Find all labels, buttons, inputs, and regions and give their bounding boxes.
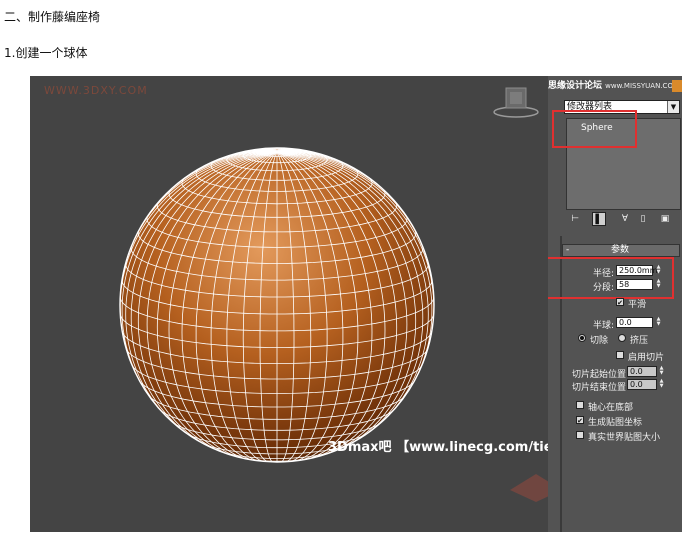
slice-to-spinner[interactable]: ▲ ▼ [658, 379, 665, 390]
segments-label: 分段: [593, 283, 615, 293]
stack-toolbar: ⊢ ▌ ∀ ▯ ▣ [566, 212, 678, 228]
highlight-box-stack [552, 110, 637, 148]
viewcube-icon[interactable] [493, 87, 539, 118]
radius-label: 半径: [593, 269, 615, 279]
real-world-checkbox[interactable] [576, 431, 584, 439]
rollout-title: 参数 [611, 245, 630, 255]
show-end-result-icon[interactable]: ▌ [592, 212, 606, 226]
slice-to-label: 切片结束位置: [572, 383, 630, 393]
radius-spinner[interactable]: ▲ ▼ [655, 265, 662, 276]
base-to-pivot-label: 轴心在底部 [588, 403, 634, 413]
color-swatch[interactable] [672, 80, 682, 92]
base-to-pivot-checkbox[interactable] [576, 401, 584, 409]
rollout-parameters[interactable]: - 参数 [562, 244, 680, 257]
gen-mapping-label: 生成贴图坐标 [588, 418, 643, 428]
command-panel: 思缘设计论坛 www.MISSYUAN.COM 修改器列表 ▼ Sphere ⊢… [548, 76, 682, 532]
watermark-tr-name: 思缘设计论坛 [548, 81, 603, 91]
squash-label: 挤压 [630, 336, 649, 346]
segments-field[interactable]: 58 [616, 279, 653, 290]
pin-stack-icon[interactable]: ⊢ [568, 212, 582, 226]
hemisphere-spinner[interactable]: ▲ ▼ [655, 317, 662, 328]
smooth-checkbox[interactable]: ✔ [616, 298, 624, 307]
watermark-top-right: 思缘设计论坛 www.MISSYUAN.COM [548, 78, 679, 91]
real-world-label: 真实世界贴图大小 [588, 433, 661, 443]
slice-from-spinner[interactable]: ▲ ▼ [658, 366, 665, 377]
slice-from-label: 切片起始位置: [572, 370, 630, 380]
viewport[interactable]: WWW.3DXY.COM [30, 76, 548, 532]
slice-on-checkbox[interactable] [616, 351, 624, 359]
chop-radio[interactable] [578, 334, 586, 342]
hemisphere-field[interactable]: 0.0 [616, 317, 653, 328]
configure-sets-icon[interactable]: ▣ [658, 212, 672, 226]
smooth-label: 平滑 [628, 300, 647, 310]
radius-field[interactable]: 250.0mm [616, 265, 658, 276]
segments-spinner[interactable]: ▲ ▼ [655, 279, 662, 290]
slice-to-field[interactable]: 0.0 [627, 379, 657, 390]
slice-from-field[interactable]: 0.0 [627, 366, 657, 377]
hemisphere-label: 半球: [593, 321, 615, 331]
gen-mapping-checkbox[interactable]: ✔ [576, 416, 584, 425]
slice-on-label: 启用切片 [628, 353, 665, 363]
chop-label: 切除 [590, 336, 609, 346]
viewport-canvas [119, 87, 539, 463]
watermark-top-left: WWW.3DXY.COM [44, 84, 148, 97]
make-unique-icon[interactable]: ∀ [618, 212, 632, 226]
doc-step: 1.创建一个球体 [4, 46, 88, 60]
chevron-down-icon[interactable]: ▼ [667, 101, 679, 113]
squash-radio[interactable] [618, 334, 626, 342]
watermark-tr-url: www.MISSYUAN.COM [605, 82, 679, 90]
doc-heading: 二、制作藤编座椅 [4, 10, 101, 24]
remove-modifier-icon[interactable]: ▯ [636, 212, 650, 226]
rollout-collapse[interactable]: - [566, 245, 569, 256]
